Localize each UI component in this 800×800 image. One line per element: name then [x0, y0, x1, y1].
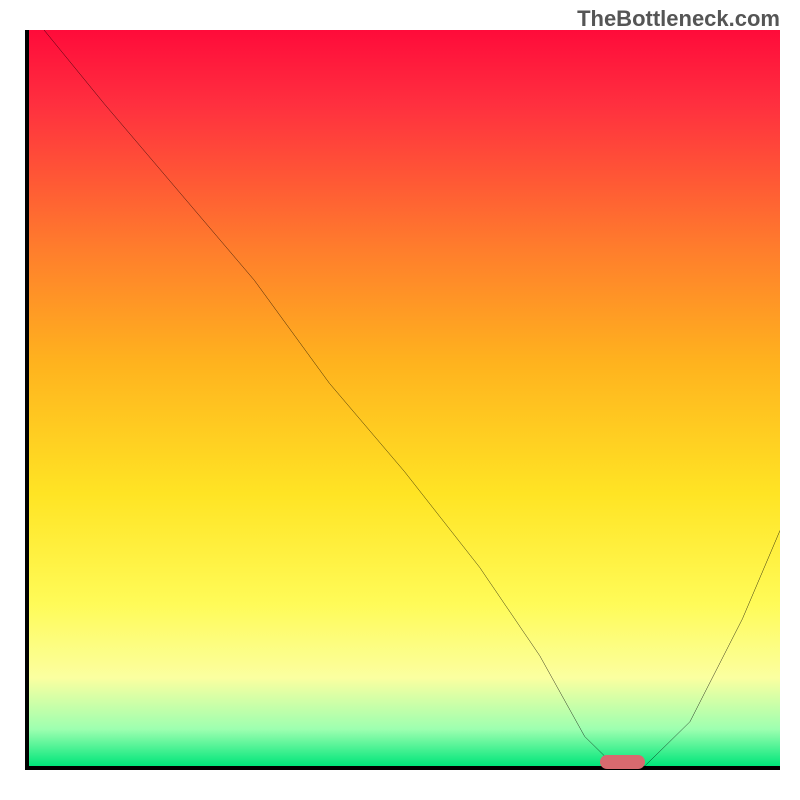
watermark-text: TheBottleneck.com [577, 6, 780, 32]
plot-area [25, 30, 780, 770]
bottleneck-curve [29, 30, 780, 766]
optimal-range-marker [600, 755, 645, 769]
